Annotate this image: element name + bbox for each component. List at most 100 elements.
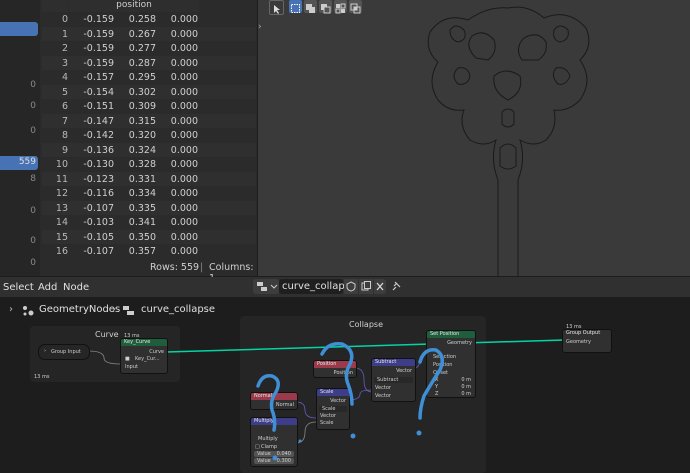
domain-count: 0 [30, 258, 36, 268]
cell-y: 0.331 [128, 173, 156, 185]
unlink-button[interactable] [374, 279, 386, 294]
node-editor-header: Select Add Node curve_collapse [0, 277, 690, 297]
cell-x: -0.157 [83, 72, 114, 83]
row-index: 0 [61, 14, 68, 25]
select-subtract-icon[interactable] [319, 0, 332, 14]
cell-x: -0.107 [83, 202, 114, 214]
node-tree-name-field[interactable]: curve_collapse [279, 279, 356, 294]
cell-x: -0.105 [83, 231, 114, 243]
cell-z: 0.000 [170, 130, 198, 141]
cell-y: 0.324 [128, 144, 156, 156]
cell-y: 0.320 [128, 130, 156, 141]
cell-z: 0.000 [170, 173, 198, 185]
cell-z: 0.000 [170, 28, 198, 40]
cell-y: 0.258 [128, 14, 156, 25]
cell-y: 0.309 [128, 101, 156, 112]
cell-z: 0.000 [170, 43, 198, 54]
domain-count: 0 [30, 126, 36, 136]
pin-button[interactable] [391, 280, 403, 292]
menu-add[interactable]: Add [38, 282, 57, 293]
breadcrumb-toggle-icon[interactable]: › [9, 304, 13, 315]
cell-z: 0.000 [170, 188, 198, 199]
cell-x: -0.136 [83, 144, 114, 156]
row-index: 12 [55, 188, 68, 199]
cell-x: -0.159 [83, 14, 114, 25]
table-row: 4 -0.157 0.295 0.000 [42, 70, 256, 85]
node-tree-icon [257, 282, 278, 291]
question-mark-dot-1 [272, 455, 278, 461]
table-row: 12 -0.116 0.334 0.000 [42, 186, 256, 201]
select-new-icon[interactable] [289, 0, 302, 13]
cell-x: -0.116 [83, 188, 114, 199]
row-index: 7 [61, 115, 68, 127]
select-invert-icon[interactable] [334, 0, 347, 14]
question-mark-scribble-3 [418, 348, 444, 420]
spreadsheet-table: position 0 -0.159 0.258 0.000 1 -0.159 0.267 0.… [42, 0, 256, 259]
row-index: 9 [61, 144, 68, 156]
breadcrumb-root[interactable]: GeometryNodes [39, 304, 120, 315]
fake-user-button[interactable] [344, 279, 358, 294]
row-index: 16 [55, 246, 68, 257]
cell-x: -0.159 [83, 57, 114, 69]
cell-z: 0.000 [170, 159, 198, 170]
duplicate-button[interactable] [359, 279, 373, 294]
row-index: 14 [55, 217, 68, 228]
question-mark-scribble-1 [256, 373, 280, 432]
cell-z: 0.000 [170, 14, 198, 25]
row-index: 4 [61, 72, 68, 83]
row-index: 6 [61, 101, 68, 112]
table-row: 2 -0.159 0.277 0.000 [42, 41, 256, 56]
row-index: 1 [61, 28, 68, 40]
menu-node[interactable]: Node [63, 282, 89, 293]
select-intersect-icon[interactable] [349, 0, 362, 14]
table-row: 13 -0.107 0.335 0.000 [42, 200, 256, 215]
node-group-icon [123, 306, 134, 315]
node-tree-browse-button[interactable] [253, 279, 279, 294]
node-canvas[interactable]: Curve Collapse › Group Input 13 ms 13 ms… [0, 316, 690, 473]
rows-count: Rows: 559 [150, 262, 200, 273]
cell-z: 0.000 [170, 72, 198, 83]
row-index: 10 [55, 159, 68, 170]
3d-viewport[interactable]: › [258, 0, 690, 276]
table-row: 7 -0.147 0.315 0.000 [42, 113, 256, 128]
pin-icon [392, 281, 401, 291]
domain-count: 559 [18, 157, 36, 167]
cell-y: 0.328 [128, 159, 156, 170]
cell-x: -0.142 [83, 130, 114, 141]
copy-icon [361, 281, 371, 291]
table-row: 14 -0.103 0.341 0.000 [42, 215, 256, 230]
cell-z: 0.000 [170, 217, 198, 228]
cell-x: -0.130 [83, 159, 114, 170]
cell-y: 0.341 [128, 217, 156, 228]
cell-x: -0.123 [83, 173, 114, 185]
cell-z: 0.000 [170, 57, 198, 69]
domain-count: 0 [30, 101, 36, 111]
cell-z: 0.000 [170, 246, 198, 257]
viewport-sidebar-toggle-icon[interactable]: › [258, 22, 262, 32]
key-curve-outline [427, 6, 590, 276]
cell-x: -0.151 [83, 101, 114, 112]
cell-z: 0.000 [170, 202, 198, 214]
select-extend-icon[interactable] [304, 0, 317, 13]
row-index: 15 [55, 231, 68, 243]
cell-y: 0.335 [128, 202, 156, 214]
cell-z: 0.000 [170, 101, 198, 112]
domain-count: 8 [30, 174, 36, 184]
cursor-tool-icon[interactable] [269, 0, 284, 15]
cell-y: 0.350 [128, 231, 156, 243]
selected-domain-row[interactable] [0, 22, 38, 36]
table-row: 1 -0.159 0.267 0.000 [42, 26, 256, 41]
menu-select[interactable]: Select [3, 282, 34, 293]
cell-y: 0.357 [128, 246, 156, 257]
scribble-spark [298, 439, 302, 443]
cell-z: 0.000 [170, 115, 198, 127]
cell-x: -0.159 [83, 43, 114, 54]
table-row: 11 -0.123 0.331 0.000 [42, 171, 256, 186]
domain-count: 0 [30, 236, 36, 246]
spreadsheet-sidebar: 0 0 0 559 8 0 0 0 [0, 0, 40, 276]
row-index: 8 [61, 130, 68, 141]
question-mark-dot-3 [416, 430, 422, 436]
cell-z: 0.000 [170, 144, 198, 156]
spreadsheet-status: Rows: 559 | Columns: 1 [42, 258, 256, 284]
table-row: 10 -0.130 0.328 0.000 [42, 157, 256, 172]
